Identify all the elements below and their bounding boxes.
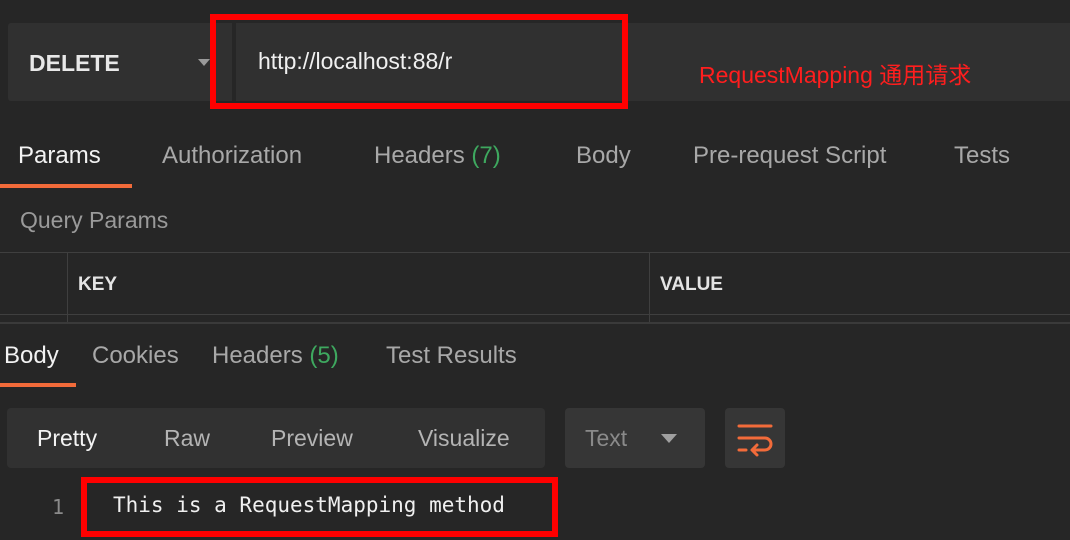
params-table: KEY VALUE [0,252,1070,322]
table-divider [0,314,1070,315]
headers-count: (7) [471,142,501,169]
view-raw-button[interactable]: Raw [164,425,210,452]
response-highlight-box [81,477,558,537]
method-select[interactable]: DELETE [8,23,232,101]
table-divider [0,252,1070,253]
tab-tests[interactable]: Tests [954,142,1010,170]
url-highlight-box [210,14,628,109]
line-number: 1 [52,495,65,519]
tab-cookies[interactable]: Cookies [92,342,179,370]
active-tab-underline [0,184,132,188]
method-label: DELETE [29,50,120,76]
response-type-select[interactable]: Text [565,408,705,468]
view-pretty-button[interactable]: Pretty [37,425,97,452]
annotation-text: RequestMapping 通用请求 [699,62,972,88]
tab-authorization[interactable]: Authorization [162,142,302,170]
tab-response-headers[interactable]: Headers (5) [212,342,339,370]
table-divider [67,252,68,322]
chevron-down-icon [198,59,210,66]
tab-test-results[interactable]: Test Results [386,342,517,370]
tab-pre-request-script[interactable]: Pre-request Script [693,142,886,170]
column-header-value: VALUE [660,274,723,295]
tab-body[interactable]: Body [576,142,631,170]
tab-headers[interactable]: Headers (7) [374,142,501,170]
response-type-label: Text [585,425,628,451]
tab-params[interactable]: Params [18,142,101,170]
column-header-key: KEY [78,274,118,295]
query-params-title: Query Params [20,207,169,233]
view-visualize-button[interactable]: Visualize [418,425,510,452]
headers-count: (5) [309,342,339,369]
tab-response-body[interactable]: Body [4,342,59,370]
active-tab-underline [0,383,76,387]
wrap-lines-icon [737,424,773,457]
view-preview-button[interactable]: Preview [271,425,353,452]
response-separator [0,322,1070,324]
wrap-lines-button[interactable] [725,408,785,468]
table-divider [649,252,650,322]
request-bar: DELETE http://localhost:88/r RequestMapp… [0,0,1070,120]
view-mode-group: Pretty Raw Preview Visualize [7,408,545,468]
chevron-down-icon [661,434,677,443]
